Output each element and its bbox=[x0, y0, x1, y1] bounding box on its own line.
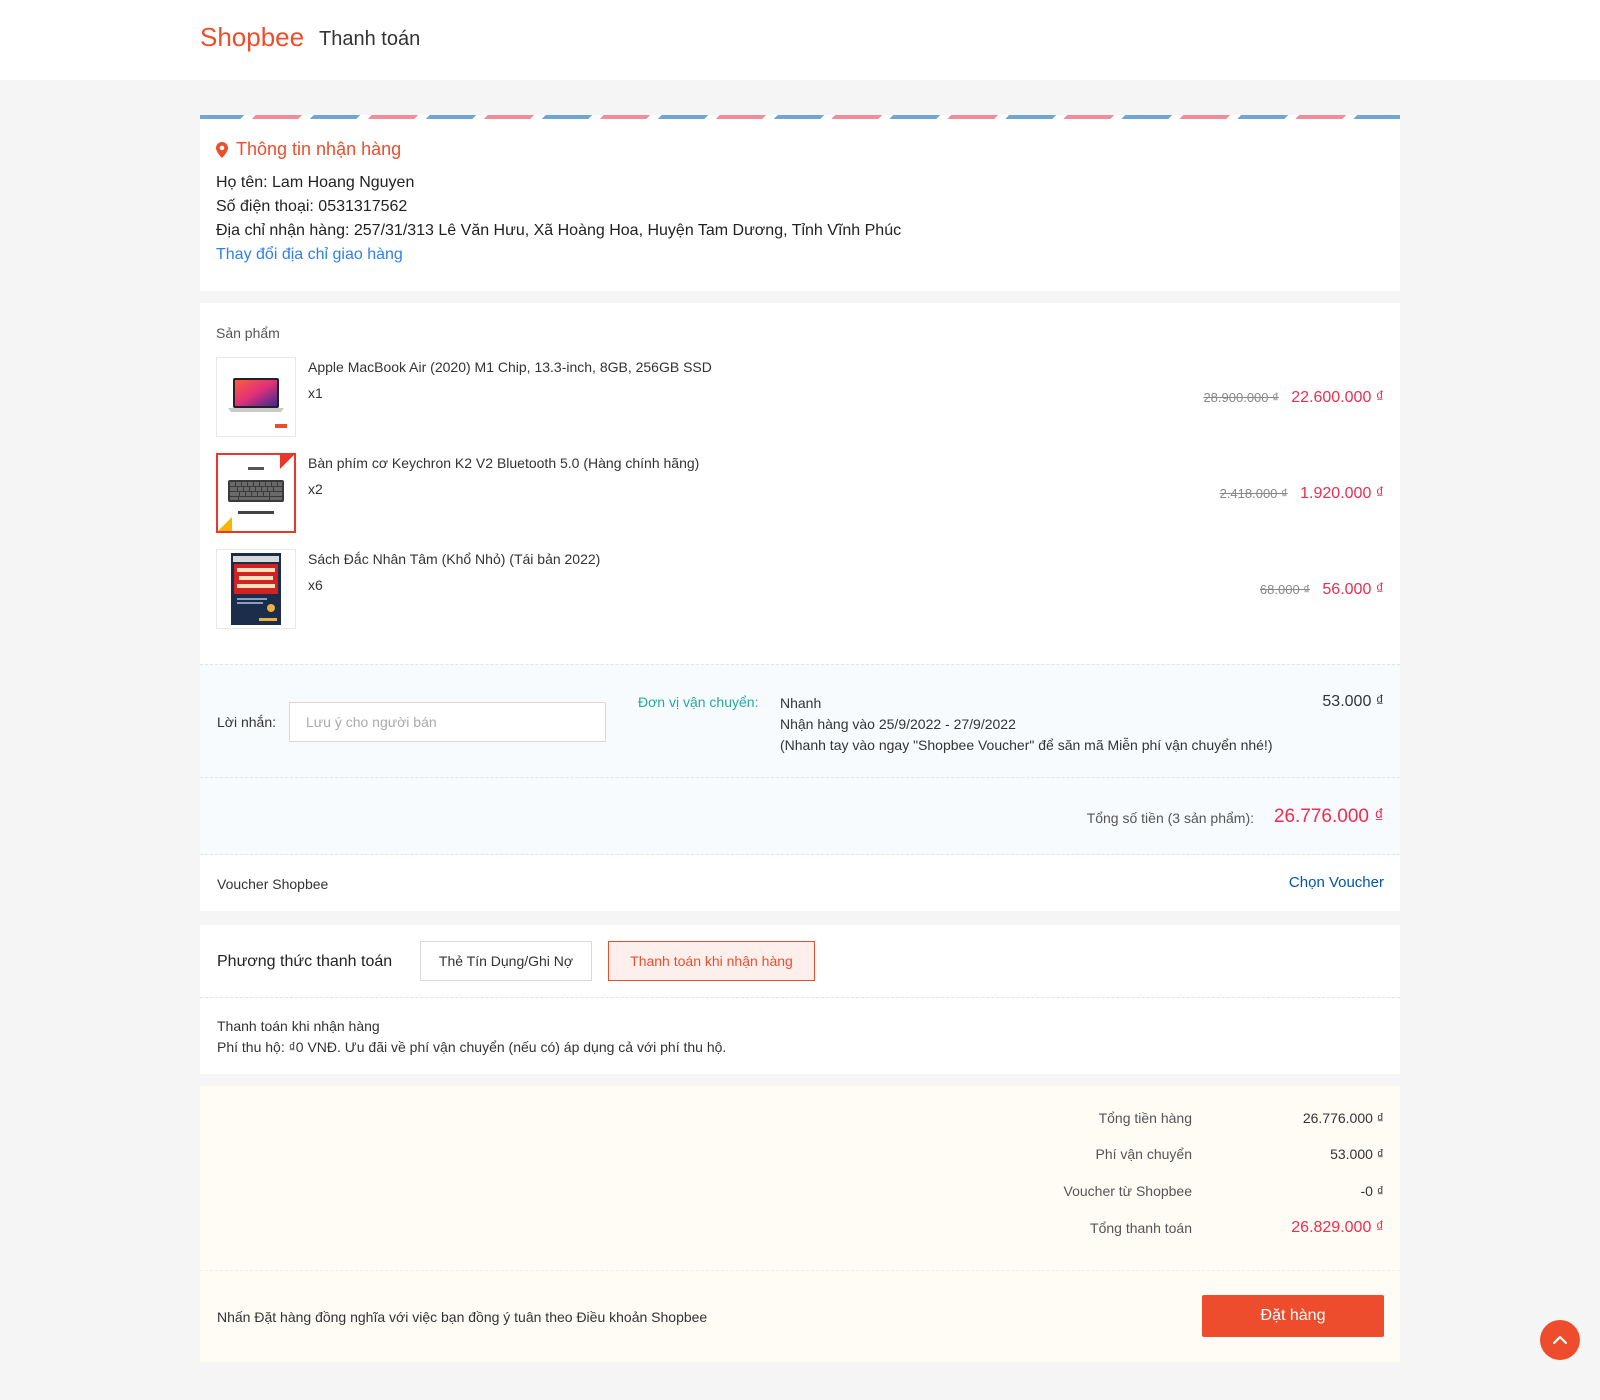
sale-price: 22.600.000 ₫ bbox=[1291, 389, 1384, 406]
shipping-method: Nhanh bbox=[780, 695, 822, 711]
original-price: 2.418.000 ₫ bbox=[1219, 486, 1288, 501]
place-order-bar: Nhấn Đặt hàng đồng nghĩa với việc bạn đồ… bbox=[200, 1270, 1400, 1362]
shipping-note: (Nhanh tay vào ngay "Shopbee Voucher" để… bbox=[780, 737, 1273, 753]
seller-message-input[interactable] bbox=[289, 702, 606, 742]
change-address-link[interactable]: Thay đổi địa chỉ giao hàng bbox=[216, 246, 403, 264]
terms-text: Nhấn Đặt hàng đồng nghĩa với việc bạn đồ… bbox=[217, 1309, 708, 1325]
brand-logo[interactable]: Shopbee bbox=[200, 22, 304, 53]
message-label: Lời nhắn: bbox=[217, 714, 277, 730]
shipping-info: Nhanh Nhận hàng vào 25/9/2022 - 27/9/202… bbox=[780, 693, 1272, 756]
products-heading: Sản phẩm bbox=[216, 325, 280, 341]
scroll-to-top-button[interactable] bbox=[1540, 1320, 1580, 1360]
product-row: Bàn phím cơ Keychron K2 V2 Bluetooth 5.0… bbox=[216, 453, 1384, 533]
summary-value: -0 ₫ bbox=[1360, 1183, 1384, 1199]
laptop-image bbox=[228, 378, 287, 428]
product-price: 28.900.000 ₫ 22.600.000 ₫ bbox=[1203, 389, 1384, 407]
order-summary: Tổng tiền hàng 26.776.000 ₫ Phí vận chuy… bbox=[200, 1086, 1400, 1270]
voucher-section: Voucher Shopbee Chọn Voucher bbox=[200, 855, 1400, 911]
product-thumbnail-book[interactable] bbox=[216, 549, 296, 629]
product-price: 68.000 ₫ 56.000 ₫ bbox=[1260, 581, 1384, 599]
divider bbox=[200, 997, 1400, 998]
product-thumbnail-macbook[interactable] bbox=[216, 357, 296, 437]
product-name: Sách Đắc Nhân Tâm (Khổ Nhỏ) (Tái bản 202… bbox=[308, 551, 601, 567]
subtotal-label: Tổng số tiền (3 sản phẩm): bbox=[1086, 810, 1254, 826]
summary-row-shipping: Phí vận chuyển 53.000 ₫ bbox=[200, 1146, 1400, 1168]
total-payment-value: 26.829.000 ₫ bbox=[1291, 1219, 1384, 1236]
place-order-button[interactable]: Đặt hàng bbox=[1202, 1295, 1384, 1337]
book-image bbox=[231, 553, 281, 625]
payment-desc-text: Phí thu hộ: ₫0 VNĐ. Ưu đãi về phí vận ch… bbox=[217, 1039, 727, 1055]
original-price: 68.000 ₫ bbox=[1259, 582, 1310, 597]
airmail-border bbox=[200, 115, 1400, 119]
subtotal-section: Tổng số tiền (3 sản phẩm): 26.776.000 ₫ bbox=[200, 777, 1400, 855]
product-quantity: x1 bbox=[308, 385, 323, 401]
summary-label: Voucher từ Shopbee bbox=[1063, 1183, 1192, 1199]
summary-row-total: Tổng thanh toán 26.829.000 ₫ bbox=[200, 1219, 1400, 1242]
payment-option-cod[interactable]: Thanh toán khi nhận hàng bbox=[608, 941, 815, 981]
shipping-fee: 53.000 ₫ bbox=[1322, 693, 1384, 710]
address-title: Thông tin nhận hàng bbox=[216, 139, 1384, 160]
sale-price: 56.000 ₫ bbox=[1322, 581, 1384, 598]
subtotal-value: 26.776.000 ₫ bbox=[1273, 806, 1384, 827]
recipient-address: Địa chỉ nhận hàng: 257/31/313 Lê Văn Hưu… bbox=[216, 222, 902, 239]
top-header: Shopbee Thanh toán bbox=[0, 0, 1600, 80]
summary-label: Phí vận chuyển bbox=[1095, 1146, 1192, 1162]
summary-row-voucher: Voucher từ Shopbee -0 ₫ bbox=[200, 1183, 1400, 1205]
product-quantity: x6 bbox=[308, 577, 323, 593]
payment-desc-title: Thanh toán khi nhận hàng bbox=[217, 1018, 380, 1034]
page-title: Thanh toán bbox=[319, 28, 421, 50]
payment-method-card: Phương thức thanh toán Thẻ Tín Dụng/Ghi … bbox=[200, 925, 1400, 1074]
product-row: Apple MacBook Air (2020) M1 Chip, 13.3-i… bbox=[216, 357, 1384, 437]
shipping-eta: Nhận hàng vào 25/9/2022 - 27/9/2022 bbox=[780, 716, 1016, 732]
sale-price: 1.920.000 ₫ bbox=[1300, 485, 1384, 502]
payment-method-title: Phương thức thanh toán bbox=[217, 953, 393, 970]
recipient-name: Họ tên: Lam Hoang Nguyen bbox=[216, 174, 415, 191]
chevron-up-icon bbox=[1552, 1335, 1568, 1345]
product-thumbnail-keyboard[interactable] bbox=[216, 453, 296, 533]
location-pin-icon bbox=[216, 141, 228, 158]
summary-label: Tổng tiền hàng bbox=[1098, 1110, 1192, 1126]
product-name: Bàn phím cơ Keychron K2 V2 Bluetooth 5.0… bbox=[308, 455, 700, 471]
shipping-carrier-label: Đơn vị vận chuyển: bbox=[638, 694, 759, 710]
shipping-address-card: Thông tin nhận hàng Họ tên: Lam Hoang Ng… bbox=[200, 115, 1400, 291]
summary-label: Tổng thanh toán bbox=[1090, 1220, 1192, 1236]
keyboard-image bbox=[218, 455, 294, 531]
original-price: 28.900.000 ₫ bbox=[1203, 390, 1279, 405]
product-name: Apple MacBook Air (2020) M1 Chip, 13.3-i… bbox=[308, 359, 712, 375]
summary-row-goods: Tổng tiền hàng 26.776.000 ₫ bbox=[200, 1110, 1400, 1132]
summary-value: 53.000 ₫ bbox=[1330, 1146, 1384, 1162]
payment-option-card[interactable]: Thẻ Tín Dụng/Ghi Nợ bbox=[420, 941, 592, 981]
message-shipping-section: Lời nhắn: Đơn vị vận chuyển: Nhanh Nhận … bbox=[200, 664, 1400, 777]
recipient-phone: Số điện thoại: 0531317562 bbox=[216, 198, 408, 215]
voucher-label: Voucher Shopbee bbox=[217, 876, 329, 892]
address-title-text: Thông tin nhận hàng bbox=[236, 139, 402, 159]
product-quantity: x2 bbox=[308, 481, 323, 497]
product-price: 2.418.000 ₫ 1.920.000 ₫ bbox=[1220, 485, 1384, 503]
choose-voucher-link[interactable]: Chọn Voucher bbox=[1289, 874, 1384, 891]
product-row: Sách Đắc Nhân Tâm (Khổ Nhỏ) (Tái bản 202… bbox=[216, 549, 1384, 629]
summary-value: 26.776.000 ₫ bbox=[1302, 1110, 1384, 1126]
products-card: Sản phẩm Apple MacBook Air (2020) M1 Chi… bbox=[200, 303, 1400, 664]
